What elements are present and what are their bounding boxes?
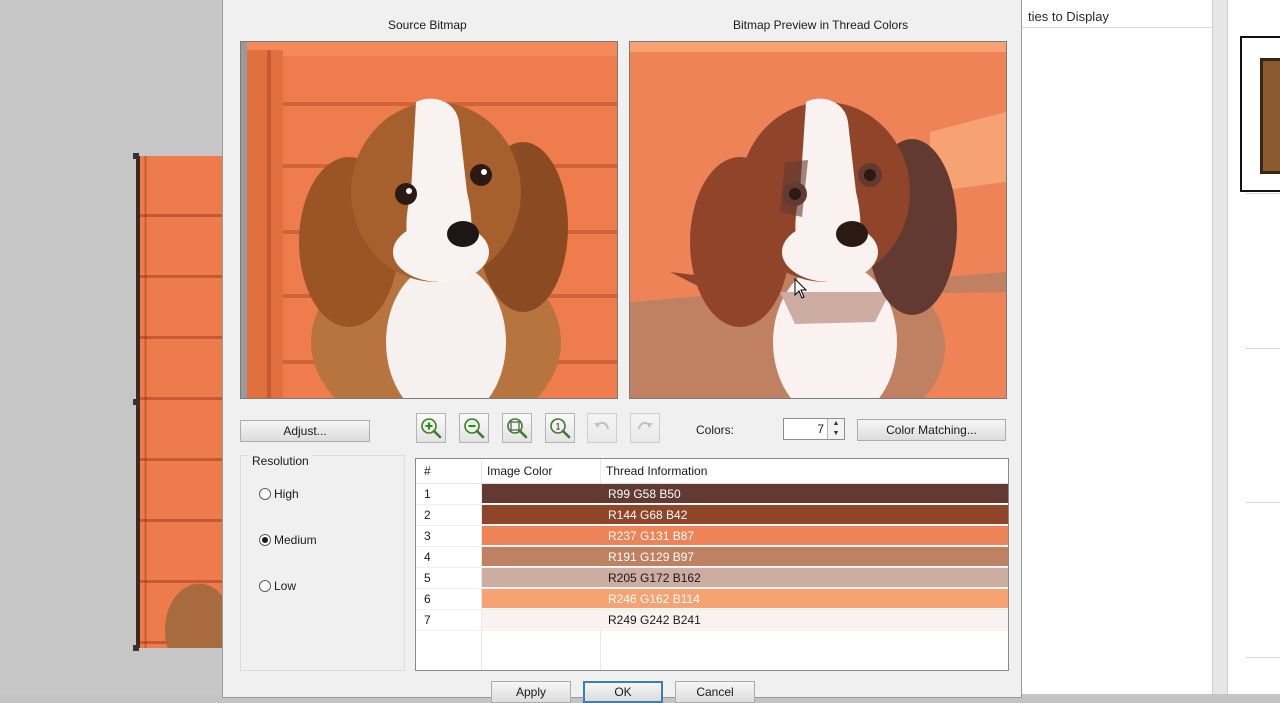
table-row[interactable]: 7 R249 G242 B241 [416,609,1008,631]
radio-circle [259,580,271,592]
color-swatch[interactable] [482,568,1008,587]
thread-info: R205 G172 B162 [608,571,701,585]
color-swatch[interactable] [482,589,1008,608]
zoom-fit-button[interactable] [502,413,532,443]
selection-handle-middle-left[interactable] [133,399,139,405]
apply-button[interactable]: Apply [491,681,571,703]
row-number: 3 [424,529,431,543]
table-row[interactable]: 3 R237 G131 B87 [416,525,1008,547]
zoom-in-button[interactable] [416,413,446,443]
row-number: 1 [424,487,431,501]
properties-panel: ties to Display [1020,0,1280,694]
color-swatch[interactable] [482,505,1008,524]
thumbnail-separator [1246,657,1280,658]
mouse-cursor-icon [794,278,808,299]
resolution-medium-radio[interactable]: Medium [259,533,317,547]
redo-icon [638,421,653,430]
design-thumbnail[interactable] [1240,36,1280,192]
thread-info: R246 G162 B114 [608,592,700,606]
thread-info: R99 G58 B50 [608,487,681,501]
zoom-fit-icon [507,418,528,439]
zoom-out-icon [464,418,485,439]
preview-dog-posterized [630,42,1006,398]
zoom-out-button[interactable] [459,413,489,443]
cancel-button[interactable]: Cancel [675,681,755,703]
resolution-medium-label: Medium [274,533,317,547]
table-row[interactable]: 2 R144 G68 B42 [416,504,1008,526]
row-number: 7 [424,613,431,627]
stepper-down-icon[interactable]: ▼ [827,429,844,439]
selection-handle-bottom-left[interactable] [133,645,139,651]
table-header: # Image Color Thread Information [416,459,1008,484]
thumbnail-separator [1246,193,1280,194]
panel-splitter[interactable] [1212,0,1228,694]
table-row[interactable]: 6 R246 G162 B114 [416,588,1008,610]
thread-info: R144 G68 B42 [608,508,688,522]
table-row[interactable]: 5 R205 G172 B162 [416,567,1008,589]
thumbnail-frame-image [1260,58,1280,174]
radio-circle [259,488,271,500]
thread-info: R237 G131 B87 [608,529,695,543]
preview-title: Bitmap Preview in Thread Colors [733,18,909,32]
resolution-low-label: Low [274,579,297,593]
header-image-color: Image Color [487,464,553,478]
colors-value: 7 [817,422,824,436]
radio-circle-selected [259,534,271,546]
header-number: # [424,464,431,478]
ok-button[interactable]: OK [583,681,663,703]
photo-stitch-dialog: Source Bitmap Bitmap Preview in Thread C… [222,0,1022,703]
resolution-title: Resolution [249,454,312,468]
zoom-actual-icon: 1 [550,418,571,439]
resolution-high-radio[interactable]: High [259,487,299,501]
table-row[interactable]: 1 R99 G58 B50 [416,483,1008,505]
thread-preview-view[interactable] [629,41,1007,399]
thumbnail-separator [1246,502,1280,503]
thumbnail-separator [1246,348,1280,349]
undo-button[interactable] [587,413,617,443]
table-row[interactable]: 4 R191 G129 B97 [416,546,1008,568]
selection-handle-top-left[interactable] [133,153,139,159]
undo-icon [594,421,609,430]
source-bitmap-view[interactable] [240,41,618,399]
color-swatch[interactable] [482,526,1008,545]
color-swatch[interactable] [482,484,1008,503]
row-number: 6 [424,592,431,606]
color-matching-button[interactable]: Color Matching... [857,419,1006,441]
canvas-bitmap-image[interactable] [136,156,222,648]
row-number: 4 [424,550,431,564]
source-dog-photo [241,42,617,398]
thread-color-table[interactable]: # Image Color Thread Information 1 R99 G5… [415,458,1009,671]
header-thread-information: Thread Information [606,464,708,478]
resolution-low-radio[interactable]: Low [259,579,296,593]
zoom-in-icon [421,418,442,439]
adjust-button[interactable]: Adjust... [240,420,370,442]
caption-underline [1020,27,1212,28]
redo-button[interactable] [630,413,660,443]
colors-stepper[interactable]: 7 ▲ ▼ [783,418,845,440]
row-number: 2 [424,508,431,522]
colors-label: Colors: [696,423,735,437]
svg-text:1: 1 [555,422,560,432]
properties-caption: ties to Display [1028,9,1109,24]
color-swatch[interactable] [482,610,1008,629]
source-bitmap-title: Source Bitmap [388,18,467,32]
thread-info: R249 G242 B241 [608,613,701,627]
resolution-high-label: High [274,487,299,501]
color-swatch[interactable] [482,547,1008,566]
zoom-actual-size-button[interactable]: 1 [545,413,575,443]
row-number: 5 [424,571,431,585]
thread-info: R191 G129 B97 [608,550,695,564]
bitmap-dog-fragment [146,558,222,648]
